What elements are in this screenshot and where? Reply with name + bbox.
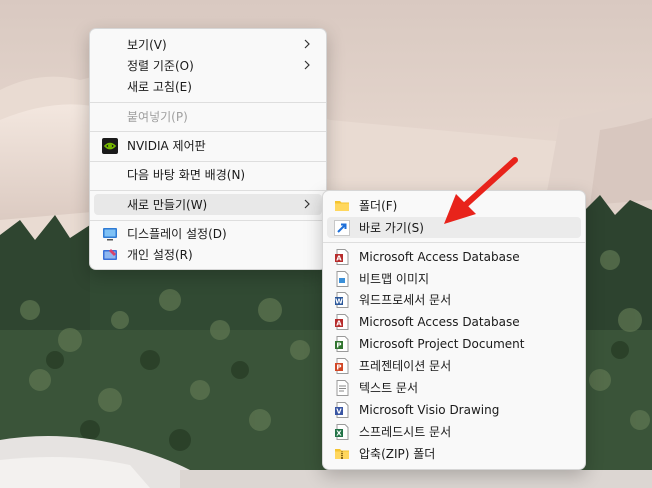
menu-item-label: 정렬 기준(O)	[127, 59, 194, 73]
bitmap-file-icon	[336, 271, 349, 287]
submenu-item-label: Microsoft Access Database	[359, 249, 520, 264]
display-icon	[103, 228, 117, 241]
folder-icon	[335, 201, 349, 211]
submenu-item-label: 텍스트 문서	[359, 381, 419, 395]
submenu-item-bitmap-image[interactable]: 비트맵 이미지	[327, 268, 581, 289]
submenu-item-label: 폴더(F)	[359, 199, 398, 213]
submenu-item-access-database-2[interactable]: A Microsoft Access Database	[327, 311, 581, 332]
desktop-context-menu: 보기(V) 정렬 기준(O) 새로 고침(E) 붙여넣기(P) NVIDIA 제…	[89, 28, 327, 270]
submenu-item-project-document[interactable]: P Microsoft Project Document	[327, 333, 581, 354]
svg-text:A: A	[336, 255, 342, 263]
chevron-right-icon	[304, 39, 310, 49]
chevron-right-icon	[304, 199, 310, 209]
svg-text:P: P	[336, 364, 341, 372]
menu-item-label: 보기(V)	[127, 38, 167, 52]
access-file-icon: A	[335, 314, 349, 330]
submenu-item-zip-folder[interactable]: 압축(ZIP) 폴더	[327, 443, 581, 464]
nvidia-icon	[102, 138, 118, 154]
menu-separator	[90, 161, 326, 162]
submenu-item-label: 압축(ZIP) 폴더	[359, 447, 436, 461]
menu-item-refresh[interactable]: 새로 고침(E)	[94, 76, 322, 97]
submenu-item-label: 바로 가기(S)	[359, 221, 424, 235]
menu-separator	[90, 131, 326, 132]
menu-separator	[90, 102, 326, 103]
new-submenu: 폴더(F) 바로 가기(S) A Microsoft Access Databa…	[322, 190, 586, 470]
submenu-item-visio-drawing[interactable]: V Microsoft Visio Drawing	[327, 399, 581, 420]
submenu-item-label: Microsoft Access Database	[359, 314, 520, 329]
svg-text:X: X	[336, 430, 342, 438]
menu-item-paste: 붙여넣기(P)	[94, 106, 322, 127]
svg-text:P: P	[336, 342, 341, 350]
submenu-item-spreadsheet[interactable]: X 스프레드시트 문서	[327, 421, 581, 442]
menu-item-label: 붙여넣기(P)	[127, 110, 188, 124]
menu-item-new[interactable]: 새로 만들기(W)	[94, 194, 322, 215]
menu-separator	[90, 220, 326, 221]
menu-item-next-background[interactable]: 다음 바탕 화면 배경(N)	[94, 164, 322, 185]
submenu-item-label: 스프레드시트 문서	[359, 425, 452, 439]
menu-item-label: 새로 만들기(W)	[127, 198, 208, 212]
powerpoint-file-icon: P	[335, 358, 349, 374]
svg-text:V: V	[336, 408, 342, 416]
annotation-arrow	[444, 157, 518, 224]
svg-text:A: A	[336, 320, 342, 328]
submenu-item-label: 비트맵 이미지	[359, 272, 430, 286]
submenu-item-label: 프레젠테이션 문서	[359, 359, 452, 373]
menu-item-personalize[interactable]: 개인 설정(R)	[94, 244, 322, 265]
menu-item-display-settings[interactable]: 디스플레이 설정(D)	[94, 223, 322, 244]
submenu-item-label: Microsoft Project Document	[359, 336, 525, 351]
project-file-icon: P	[335, 336, 349, 352]
submenu-item-word-document[interactable]: W 워드프로세서 문서	[327, 289, 581, 310]
access-file-icon: A	[335, 249, 349, 265]
submenu-item-text-document[interactable]: 텍스트 문서	[327, 377, 581, 398]
shortcut-icon	[334, 220, 350, 236]
submenu-item-label: Microsoft Visio Drawing	[359, 402, 500, 417]
text-file-icon	[336, 380, 349, 396]
desktop[interactable]: 보기(V) 정렬 기준(O) 새로 고침(E) 붙여넣기(P) NVIDIA 제…	[0, 0, 652, 488]
word-file-icon: W	[335, 292, 349, 308]
menu-item-label: NVIDIA 제어판	[127, 139, 206, 153]
menu-item-label: 디스플레이 설정(D)	[127, 227, 227, 241]
menu-item-label: 다음 바탕 화면 배경(N)	[127, 168, 246, 182]
menu-item-view[interactable]: 보기(V)	[94, 34, 322, 55]
menu-item-label: 개인 설정(R)	[127, 248, 193, 262]
menu-item-sort-by[interactable]: 정렬 기준(O)	[94, 55, 322, 76]
submenu-item-presentation[interactable]: P 프레젠테이션 문서	[327, 355, 581, 376]
menu-separator	[90, 190, 326, 191]
submenu-separator	[323, 242, 585, 243]
excel-file-icon: X	[335, 424, 349, 440]
submenu-item-access-database[interactable]: A Microsoft Access Database	[327, 246, 581, 267]
menu-item-label: 새로 고침(E)	[127, 80, 192, 94]
menu-item-nvidia-control-panel[interactable]: NVIDIA 제어판	[94, 135, 322, 156]
submenu-item-label: 워드프로세서 문서	[359, 293, 452, 307]
svg-text:W: W	[335, 298, 343, 306]
visio-file-icon: V	[335, 402, 349, 418]
personalize-icon	[103, 249, 117, 260]
zip-folder-icon	[335, 449, 349, 459]
chevron-right-icon	[304, 60, 310, 70]
